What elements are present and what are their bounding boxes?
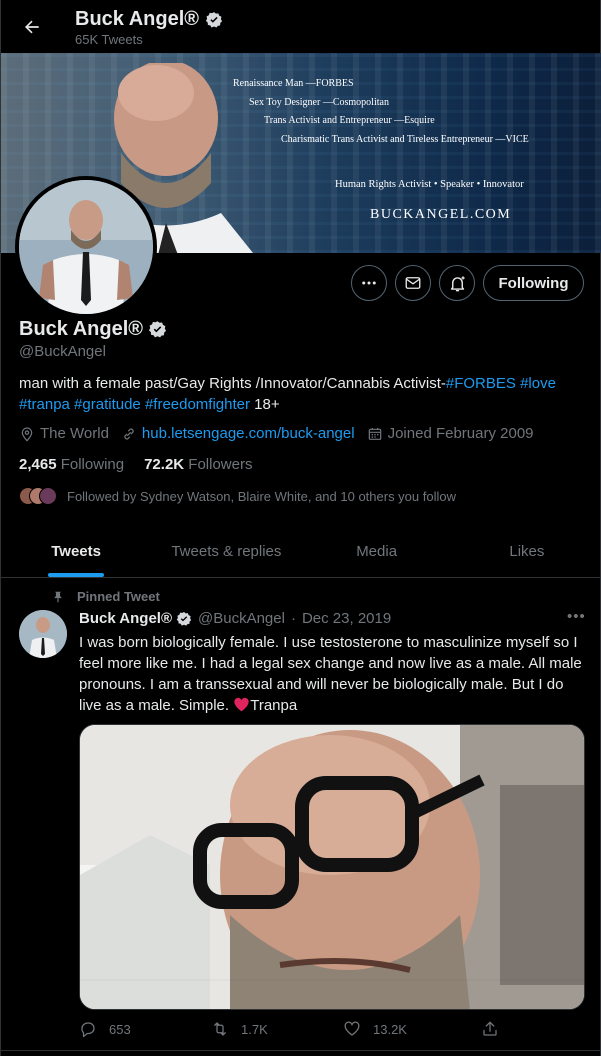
active-tab-indicator xyxy=(48,573,105,577)
profile-frame: Buck Angel® 65K Tweets Renaissance Man —… xyxy=(0,0,601,1056)
verified-badge-icon xyxy=(148,321,167,338)
profile-name-row: Buck Angel® xyxy=(19,318,167,341)
header-name: Buck Angel® xyxy=(75,8,200,30)
header-title: Buck Angel® xyxy=(75,8,223,31)
verified-badge-icon xyxy=(176,611,192,626)
banner-quote: Trans Activist and Entrepreneur —Esquire xyxy=(264,115,435,126)
website-link[interactable]: hub.letsengage.com/buck-angel xyxy=(142,425,355,442)
banner-tagline: Human Rights Activist • Speaker • Innova… xyxy=(335,179,524,190)
tab-tweets[interactable]: Tweets xyxy=(1,525,151,577)
banner-site: BUCKANGEL.COM xyxy=(370,207,512,222)
back-arrow-icon[interactable] xyxy=(19,14,45,40)
reply-action[interactable]: 653 xyxy=(79,1020,211,1038)
header-tweet-count: 65K Tweets xyxy=(75,32,143,47)
location-text: The World xyxy=(40,425,109,442)
tweet-body: I was born biologically female. I use te… xyxy=(79,634,582,714)
retweet-count: 1.7K xyxy=(241,1021,268,1037)
like-count: 13.2K xyxy=(373,1021,407,1037)
tweet-avatar-image xyxy=(19,610,67,658)
joined-item: Joined February 2009 xyxy=(367,425,534,442)
avatar-image xyxy=(19,180,153,314)
tab-label: Tweets xyxy=(51,542,101,560)
hashtag-link[interactable]: #tranpa xyxy=(19,396,70,413)
banner-quote: Charismatic Trans Activist and Tireless … xyxy=(281,133,529,145)
message-icon xyxy=(405,277,421,289)
banner-quotes: Renaissance Man —FORBES Sex Toy Designer… xyxy=(231,75,529,149)
joined-text: Joined February 2009 xyxy=(387,425,534,442)
calendar-icon xyxy=(368,427,381,440)
tweet-photo xyxy=(80,725,584,1009)
followers-count: 72.2K xyxy=(144,456,185,473)
retweet-icon xyxy=(214,1022,226,1036)
more-icon xyxy=(362,281,376,285)
heart-emoji-icon xyxy=(234,697,249,712)
hashtag-link[interactable]: #FORBES xyxy=(446,375,516,392)
tweet-text: I was born biologically female. I use te… xyxy=(79,632,584,716)
location-item: The World xyxy=(19,425,109,442)
banner-quote: Renaissance Man —FORBES xyxy=(233,78,354,89)
tab-media[interactable]: Media xyxy=(302,525,452,577)
tweet-actions: 653 1.7K 13.2K xyxy=(79,1020,509,1038)
tweet-date[interactable]: Dec 23, 2019 xyxy=(302,610,391,627)
tab-label: Media xyxy=(356,542,398,560)
retweet-action[interactable]: 1.7K xyxy=(211,1020,343,1038)
tab-label: Tweets & replies xyxy=(171,542,282,560)
following-button[interactable]: Following xyxy=(483,265,584,301)
share-icon xyxy=(483,1021,497,1036)
message-button[interactable] xyxy=(395,265,431,301)
hashtag-link[interactable]: #love xyxy=(520,375,556,392)
tab-tweets-replies[interactable]: Tweets & replies xyxy=(151,525,301,577)
hashtag-link[interactable]: #freedomfighter xyxy=(145,396,250,413)
tweet-body-end: Tranpa xyxy=(250,697,298,714)
bio-suffix: 18+ xyxy=(254,396,280,413)
pinned-label: Pinned Tweet xyxy=(77,589,160,604)
pin-icon xyxy=(54,591,62,602)
follow-stats: 2,465 Following 72.2K Followers xyxy=(19,456,252,473)
followers-label: Followers xyxy=(188,456,253,473)
banner-quote: Sex Toy Designer —Cosmopolitan xyxy=(249,96,389,108)
tweet-header: Buck Angel® @BuckAngel · Dec 23, 2019 xyxy=(79,610,584,627)
top-bar: Buck Angel® 65K Tweets xyxy=(1,0,601,53)
profile-meta: The World hub.letsengage.com/buck-angel … xyxy=(19,425,546,442)
following-count: 2,465 xyxy=(19,456,57,473)
tweet-author-name[interactable]: Buck Angel® xyxy=(79,610,172,627)
separator-dot: · xyxy=(290,610,296,627)
tweet-media-image[interactable] xyxy=(79,724,585,1010)
profile-name: Buck Angel® xyxy=(19,318,144,340)
more-icon[interactable]: ••• xyxy=(567,608,586,625)
divider xyxy=(1,1050,601,1051)
reply-count: 653 xyxy=(109,1021,131,1037)
tab-label: Likes xyxy=(509,542,545,560)
profile-avatar[interactable] xyxy=(15,176,157,318)
profile-handle: @BuckAngel xyxy=(19,343,106,360)
hashtag-link[interactable]: #gratitude xyxy=(74,396,141,413)
following-label: Following xyxy=(60,456,125,473)
link-icon xyxy=(124,428,134,439)
more-button[interactable] xyxy=(351,265,387,301)
bio-text: man with a female past/Gay Rights /Innov… xyxy=(19,375,446,392)
location-icon xyxy=(21,426,33,442)
tweet-author-avatar[interactable] xyxy=(19,610,67,658)
like-icon xyxy=(344,1021,360,1036)
pinned-indicator: Pinned Tweet xyxy=(51,589,160,604)
mutual-avatar xyxy=(39,487,57,505)
tab-likes[interactable]: Likes xyxy=(452,525,601,577)
profile-bio: man with a female past/Gay Rights /Innov… xyxy=(19,373,579,415)
notification-bell-icon xyxy=(450,275,465,291)
followers-stat[interactable]: 72.2K Followers xyxy=(144,456,252,473)
tweet-author-handle[interactable]: @BuckAngel xyxy=(198,610,285,627)
website-item: hub.letsengage.com/buck-angel xyxy=(121,425,355,442)
mutual-avatars xyxy=(19,486,59,506)
following-stat[interactable]: 2,465 Following xyxy=(19,456,124,473)
notifications-button[interactable] xyxy=(439,265,475,301)
share-action[interactable] xyxy=(481,1020,499,1038)
followed-by-text: Followed by Sydney Watson, Blaire White,… xyxy=(67,488,456,504)
followed-by[interactable]: Followed by Sydney Watson, Blaire White,… xyxy=(19,486,456,506)
verified-badge-icon xyxy=(205,11,223,27)
like-action[interactable]: 13.2K xyxy=(343,1020,475,1038)
reply-icon xyxy=(81,1022,95,1038)
profile-tabs: Tweets Tweets & replies Media Likes xyxy=(1,525,601,578)
